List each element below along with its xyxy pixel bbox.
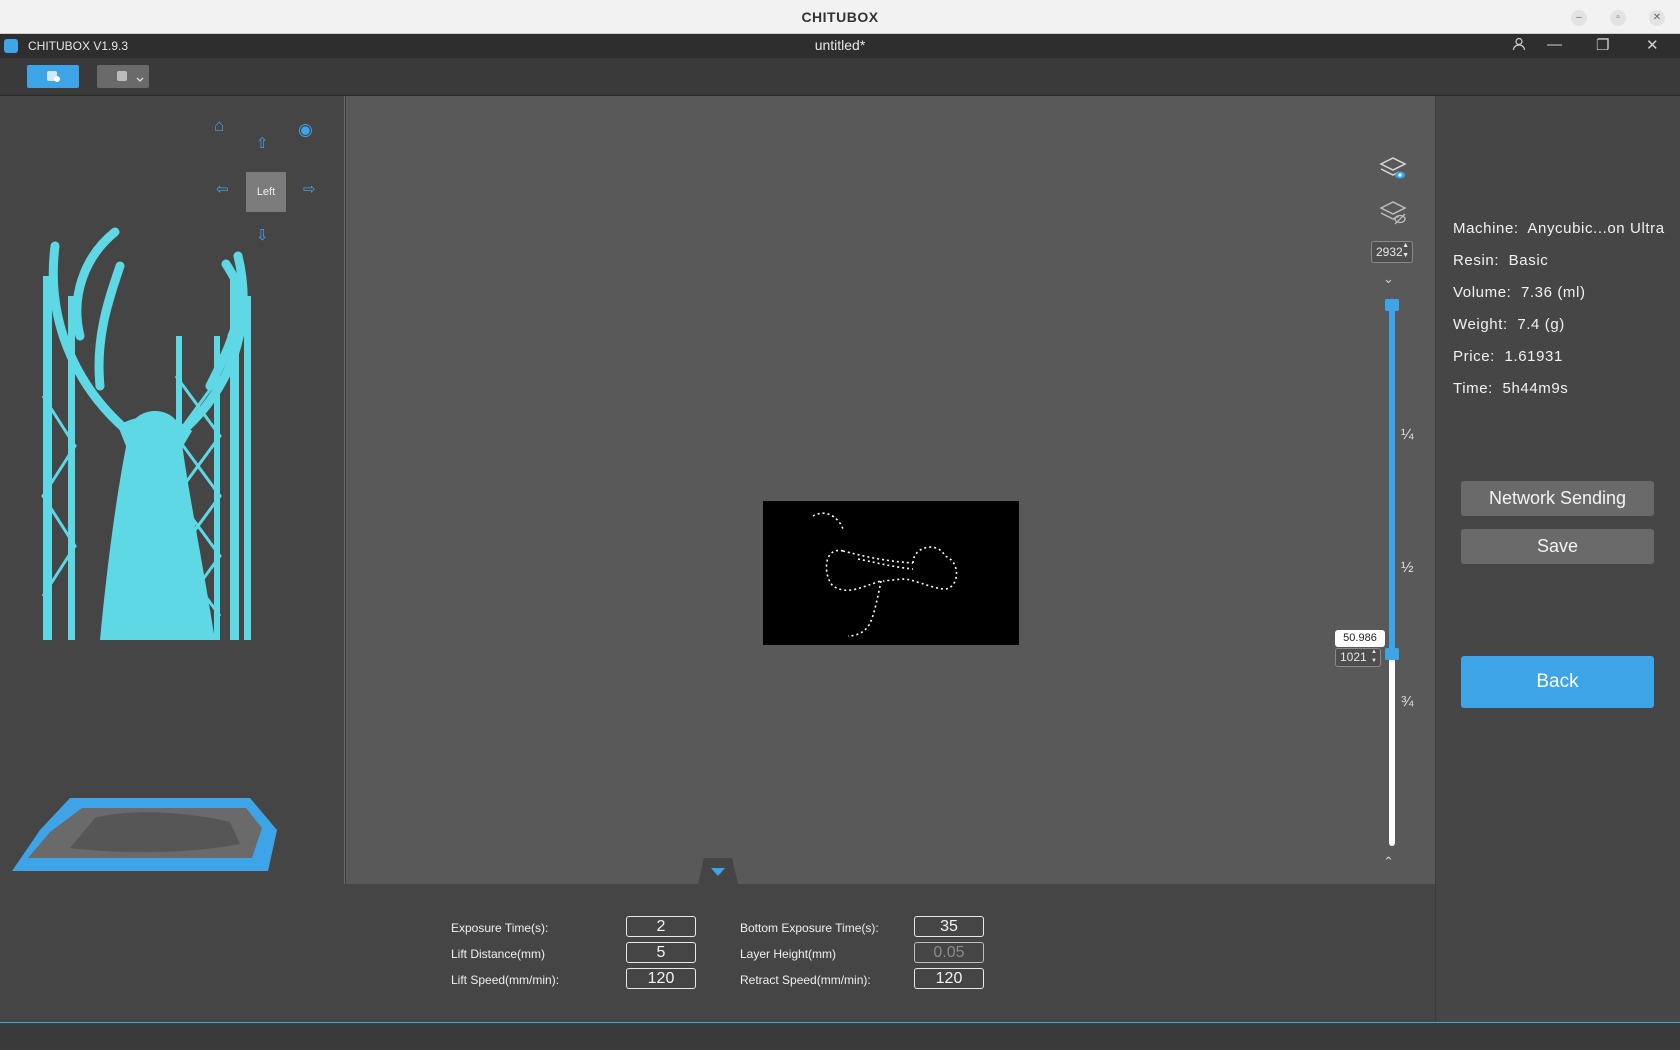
weight-label: Weight: [1453, 316, 1508, 333]
print-parameters-panel: Exposure Time(s): 2 Lift Distance(mm) 5 … [0, 884, 1435, 1022]
lift-distance-label: Lift Distance(mm) [451, 947, 546, 961]
weight-value: 7.4 (g) [1517, 316, 1565, 333]
resin-label: Resin: [1453, 252, 1500, 269]
chevron-up-icon[interactable]: ⌃ [1383, 854, 1394, 870]
os-window-title: CHITUBOX [801, 9, 879, 25]
eye-view-icon[interactable]: ◉ [298, 120, 313, 140]
time-value: 5h44m9s [1502, 380, 1569, 397]
machine-label: Machine: [1453, 220, 1519, 237]
time-info: Time: 5h44m9s [1453, 380, 1568, 397]
home-view-icon[interactable]: ⌂ [214, 116, 224, 136]
os-minimize-icon[interactable]: – [1571, 10, 1587, 26]
view-tooltip: Left [246, 172, 286, 212]
slice-preview-viewport[interactable]: 2932 ▲ ▼ ⌄ ¼ ½ ¾ 50.986 1021 ▲ ▼ ⌃ [346, 96, 1435, 884]
exposure-time-field[interactable]: 2 [626, 916, 696, 937]
lift-speed-label: Lift Speed(mm/min): [451, 973, 560, 987]
bottom-exposure-time-label: Bottom Exposure Time(s): [740, 921, 879, 935]
app-restore-icon[interactable]: ❐ [1596, 36, 1609, 54]
current-layer-spinbox[interactable]: 1021 ▲ ▼ [1335, 648, 1381, 667]
hide-layers-icon[interactable] [1379, 198, 1407, 226]
os-maximize-icon[interactable]: ▫ [1610, 10, 1626, 26]
price-info: Price: 1.61931 [1453, 348, 1563, 365]
layer-slice-image [763, 501, 1019, 645]
retract-speed-field[interactable]: 120 [914, 968, 984, 989]
lift-distance-field[interactable]: 5 [626, 942, 696, 963]
exposure-time-label: Exposure Time(s): [451, 921, 549, 935]
toolbar [0, 58, 1680, 96]
app-minimize-icon[interactable]: — [1547, 36, 1562, 53]
machine-value: Anycubic...on Ultra [1527, 220, 1665, 237]
retract-speed-label: Retract Speed(mm/min): [740, 973, 871, 987]
price-value: 1.61931 [1504, 348, 1563, 365]
layer-slider-track-filled[interactable] [1389, 306, 1395, 654]
time-label: Time: [1453, 380, 1493, 397]
spin-arrows-icon: ▲ ▼ [1371, 649, 1377, 664]
top-view-icon[interactable]: ⇧ [256, 134, 269, 152]
model-3d-view[interactable] [0, 96, 345, 884]
app-close-icon[interactable]: ✕ [1646, 36, 1659, 54]
right-view-icon[interactable]: ⇨ [303, 180, 316, 198]
os-close-icon[interactable]: ✕ [1649, 10, 1665, 26]
bottom-view-icon[interactable]: ⇩ [256, 226, 269, 244]
slider-mark-quarter: ¼ [1401, 426, 1414, 443]
info-panel: Machine: Anycubic...on Ultra Resin: Basi… [1436, 96, 1680, 1022]
resin-info: Resin: Basic [1453, 252, 1548, 269]
slider-current-handle[interactable] [1385, 648, 1399, 660]
price-label: Price: [1453, 348, 1495, 365]
chevron-down-icon[interactable]: ⌄ [1383, 271, 1394, 287]
status-bar [0, 1022, 1680, 1050]
layer-height-label: Layer Height(mm) [740, 947, 837, 961]
left-view-icon[interactable]: ⇦ [216, 180, 229, 198]
preview-mode-button[interactable] [97, 65, 149, 88]
machine-info: Machine: Anycubic...on Ultra [1453, 220, 1665, 237]
collapse-panel-tab[interactable] [698, 858, 738, 884]
show-layers-icon[interactable] [1379, 154, 1407, 182]
top-layer-value: 2932 [1376, 245, 1403, 259]
top-layer-spinbox[interactable]: 2932 ▲ ▼ [1371, 241, 1413, 263]
layer-height-field: 0.05 [914, 942, 984, 963]
resin-value: Basic [1508, 252, 1549, 269]
layer-slider-track-empty[interactable] [1389, 654, 1395, 846]
current-layer-value: 1021 [1340, 650, 1367, 664]
user-account-icon[interactable] [1512, 37, 1526, 54]
save-button[interactable]: Save [1461, 529, 1654, 564]
volume-info: Volume: 7.36 (ml) [1453, 284, 1586, 301]
volume-value: 7.36 (ml) [1520, 284, 1586, 301]
back-button[interactable]: Back [1461, 656, 1654, 708]
current-height-label: 50.986 [1335, 630, 1385, 647]
lift-speed-field[interactable]: 120 [626, 968, 696, 989]
spin-arrows-icon: ▲ ▼ [1402, 242, 1409, 259]
slider-top-handle[interactable] [1385, 299, 1399, 311]
bottom-exposure-time-field[interactable]: 35 [914, 916, 984, 937]
model-overview-panel: ⌂ ⇧ ◉ ⇦ ⇨ ⇩ Left [0, 96, 345, 884]
prepare-mode-button[interactable] [27, 65, 79, 88]
network-sending-button[interactable]: Network Sending [1461, 481, 1654, 516]
os-titlebar: CHITUBOX – ▫ ✕ [0, 0, 1680, 34]
slider-mark-three-quarters: ¾ [1401, 693, 1414, 710]
slider-mark-half: ½ [1401, 559, 1414, 576]
volume-label: Volume: [1453, 284, 1512, 301]
weight-info: Weight: 7.4 (g) [1453, 316, 1565, 333]
app-titlebar: CHITUBOX V1.9.3 untitled* — ❐ ✕ [0, 34, 1680, 58]
document-title: untitled* [814, 37, 866, 53]
